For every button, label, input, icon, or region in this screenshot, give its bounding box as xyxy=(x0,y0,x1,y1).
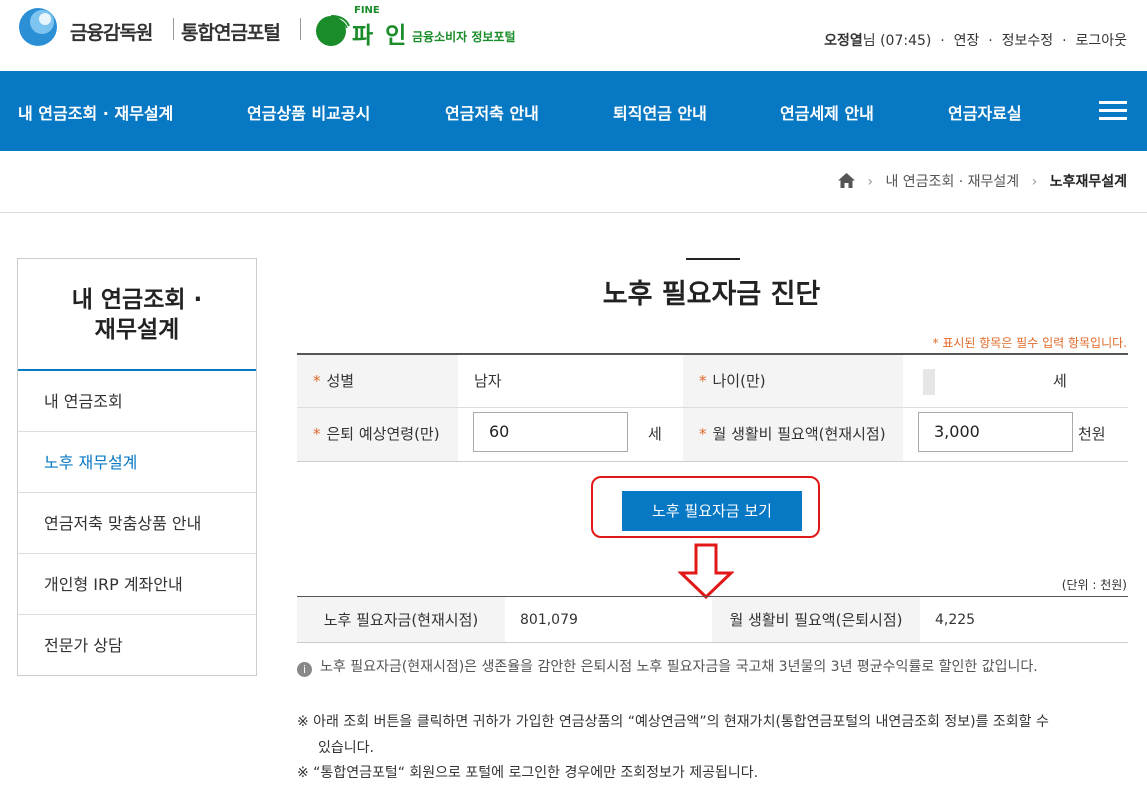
divider xyxy=(300,18,301,40)
down-arrow-icon xyxy=(678,543,734,599)
nav-item-pension-savings[interactable]: 연금저축 안내 xyxy=(445,100,539,124)
retire-age-label-text: 은퇴 예상연령(만) xyxy=(326,425,440,443)
nav-item-product-compare[interactable]: 연금상품 비교공시 xyxy=(247,100,370,124)
needed-funds-value: 801,079 xyxy=(520,612,578,628)
chevron-right-icon: › xyxy=(1031,174,1038,190)
living-cost-cell: 3,000 천원 xyxy=(903,408,1128,461)
required-star: * xyxy=(313,372,321,390)
info-icon: i xyxy=(297,662,312,677)
sidebar: 내 연금조회 · 재무설계 내 연금조회 노후 재무설계 연금저축 맞춤상품 안… xyxy=(17,258,257,676)
nav-item-retirement-pension[interactable]: 퇴직연금 안내 xyxy=(613,100,707,124)
fine-logo-icon[interactable] xyxy=(311,12,351,46)
result-table: 노후 필요자금(현재시점) 801,079 월 생활비 필요액(은퇴시점) 4,… xyxy=(297,596,1128,643)
redacted-value xyxy=(923,369,935,395)
nav-item-resources[interactable]: 연금자료실 xyxy=(948,100,1022,124)
main-nav: 내 연금조회 · 재무설계 연금상품 비교공시 연금저축 안내 퇴직연금 안내 … xyxy=(0,71,1147,151)
needed-funds-label: 노후 필요자금(현재시점) xyxy=(297,597,505,642)
info-note: i 노후 필요자금(현재시점)은 생존율을 감안한 은퇴시점 노후 필요자금을 국… xyxy=(297,656,1038,677)
fss-name[interactable]: 금융감독원 xyxy=(70,18,153,45)
retire-age-unit: 세 xyxy=(648,425,662,443)
divider xyxy=(0,212,1147,213)
required-star: * xyxy=(699,372,707,390)
portal-name[interactable]: 통합연금포털 xyxy=(181,18,281,45)
gender-value: 남자 xyxy=(474,372,502,390)
monthly-cost-label: 월 생활비 필요액(은퇴시점) xyxy=(712,597,920,642)
unit-note: (단위 : 천원) xyxy=(1061,578,1127,592)
breadcrumb-current: 노후재무설계 xyxy=(1049,174,1127,190)
breadcrumb-parent[interactable]: 내 연금조회 · 재무설계 xyxy=(885,174,1019,190)
session-time: 님 (07:45) xyxy=(862,33,932,49)
user-name: 오정열 xyxy=(824,33,863,49)
age-unit: 세 xyxy=(1053,372,1067,390)
sidebar-title-line1: 내 연금조회 · xyxy=(71,287,203,313)
sidebar-item-my-pension[interactable]: 내 연금조회 xyxy=(18,371,256,432)
age-value: 세 xyxy=(903,355,1128,407)
retire-age-input[interactable]: 60 xyxy=(473,412,628,452)
info-text: 노후 필요자금(현재시점)은 생존율을 감안한 은퇴시점 노후 필요자금을 국고… xyxy=(320,659,1038,675)
sidebar-title-line2: 재무설계 xyxy=(94,317,180,343)
notice-1: ※ 아래 조회 버튼을 클릭하면 귀하가 가입한 연금상품의 “예상연금액”의 … xyxy=(297,714,1049,730)
monthly-cost-value: 4,225 xyxy=(935,612,976,628)
breadcrumb: › 내 연금조회 · 재무설계 › 노후재무설계 xyxy=(837,171,1127,191)
notice-1-cont: 있습니다. xyxy=(318,740,374,756)
age-label-text: 나이(만) xyxy=(712,372,766,390)
sidebar-title: 내 연금조회 · 재무설계 xyxy=(18,259,256,371)
required-star: * xyxy=(932,336,939,350)
gender-label-text: 성별 xyxy=(326,372,355,390)
fss-logo-icon[interactable] xyxy=(16,7,60,47)
edit-info-link[interactable]: 정보수정 xyxy=(1002,33,1054,49)
retire-age-cell: 60 세 xyxy=(458,408,683,461)
sidebar-item-consulting[interactable]: 전문가 상담 xyxy=(18,615,256,676)
required-note-text: 표시된 항목은 필수 입력 항목입니다. xyxy=(942,336,1127,350)
required-star: * xyxy=(699,425,707,443)
nav-item-pension-tax[interactable]: 연금세제 안내 xyxy=(780,100,874,124)
sidebar-item-retirement-planning[interactable]: 노후 재무설계 xyxy=(18,432,256,493)
living-cost-unit: 천원 xyxy=(1078,425,1106,443)
extend-link[interactable]: 연장 xyxy=(954,33,980,49)
view-needed-funds-button[interactable]: 노후 필요자금 보기 xyxy=(622,491,802,531)
logout-link[interactable]: 로그아웃 xyxy=(1075,33,1127,49)
required-star: * xyxy=(313,425,321,443)
living-cost-label: * 월 생활비 필요액(현재시점) xyxy=(683,408,903,461)
form-row: * 성별 남자 * 나이(만) 세 xyxy=(297,355,1128,408)
sidebar-item-irp[interactable]: 개인형 IRP 계좌안내 xyxy=(18,554,256,615)
retire-age-label: * 은퇴 예상연령(만) xyxy=(297,408,458,461)
page-title: 노후 필요자금 진단 xyxy=(602,279,821,310)
fine-label: FINE xyxy=(354,5,380,16)
required-note: * 표시된 항목은 필수 입력 항목입니다. xyxy=(932,334,1127,351)
gender-label: * 성별 xyxy=(297,355,458,407)
notice-2: ※ “통합연금포털“ 회원으로 포털에 로그인한 경우에만 조회정보가 제공됩니… xyxy=(297,765,759,781)
nav-item-my-pension[interactable]: 내 연금조회 · 재무설계 xyxy=(18,100,173,124)
sidebar-item-savings-products[interactable]: 연금저축 맞춤상품 안내 xyxy=(18,493,256,554)
fine-title[interactable]: 파 인 xyxy=(352,16,408,50)
fine-subtitle: 금융소비자 정보포털 xyxy=(412,30,516,44)
input-form: * 성별 남자 * 나이(만) 세 * 은퇴 예상연령(만) 60 세 * 월 생활비 … xyxy=(297,353,1128,462)
home-icon[interactable] xyxy=(837,173,855,188)
menu-icon[interactable] xyxy=(1099,101,1127,121)
divider xyxy=(173,18,174,40)
age-label: * 나이(만) xyxy=(683,355,903,407)
living-cost-input[interactable]: 3,000 xyxy=(918,412,1073,452)
top-bar: 금융감독원 통합연금포털 FINE 파 인 금융소비자 정보포털 오정열님 (0… xyxy=(0,0,1147,71)
living-cost-label-text: 월 생활비 필요액(현재시점) xyxy=(712,425,886,443)
user-bar: 오정열님 (07:45) · 연장 · 정보수정 · 로그아웃 xyxy=(824,33,1127,49)
chevron-right-icon: › xyxy=(867,174,874,190)
form-row: * 은퇴 예상연령(만) 60 세 * 월 생활비 필요액(현재시점) 3,000 … xyxy=(297,408,1128,461)
title-accent-line xyxy=(686,258,740,260)
